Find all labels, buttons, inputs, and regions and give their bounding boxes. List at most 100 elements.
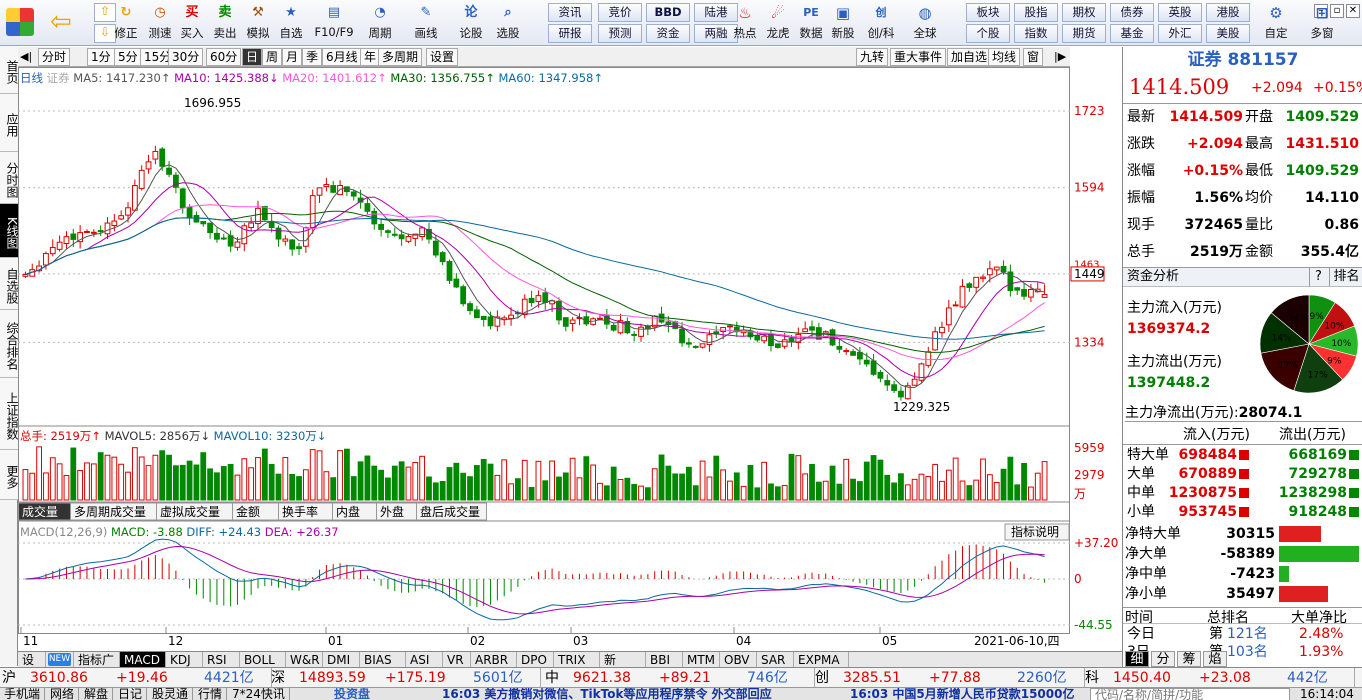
indicator-tab-MACD[interactable]: MACD [120, 652, 166, 668]
left-nav-K线图[interactable]: K线图 [0, 204, 19, 258]
toolbar-grid-预测[interactable]: 预测 [598, 24, 642, 43]
toolbar-market-债券[interactable]: 债券 [1110, 3, 1154, 22]
status-item-网络[interactable]: 网络 [50, 688, 80, 700]
toolbar-market-基金[interactable]: 基金 [1110, 24, 1154, 43]
indicator-tab-EXPMA[interactable]: EXPMA [794, 652, 849, 668]
toolbar-market-期权[interactable]: 期权 [1062, 3, 1106, 22]
toolbar-grid-竞价[interactable]: 竞价 [598, 3, 642, 22]
toolbar-globe-button[interactable]: ◍ 全球 [906, 2, 944, 44]
status-item-解盘[interactable]: 解盘 [84, 688, 114, 700]
quote-tab-焰[interactable]: 焰 [1203, 651, 1227, 667]
indicator-tab-NEW[interactable]: NEW [46, 652, 74, 668]
toolbar-star-button[interactable]: ★ 自选 [271, 2, 311, 44]
indicator-tab-DPO[interactable]: DPO [517, 652, 554, 668]
chart-tool-九转[interactable]: 九转 [856, 48, 889, 66]
toolbar-custom-button[interactable]: ⚙ 自定 [1256, 2, 1296, 44]
period-tab-年[interactable]: 年 [360, 48, 381, 66]
ticker-item[interactable]: 深 14893.59 +175.19 5601亿 [271, 668, 541, 688]
toolbar-market-美股[interactable]: 美股 [1206, 24, 1250, 43]
period-tab-多周期[interactable]: 多周期 [378, 48, 423, 66]
ticker-item[interactable]: 创 3285.51 +77.88 2260亿 [815, 668, 1085, 688]
toolbar-grid-BBD[interactable]: BBD [646, 3, 690, 22]
quote-tab-细[interactable]: 细 [1125, 651, 1149, 667]
toolbar-market-英股[interactable]: 英股 [1158, 3, 1202, 22]
indicator-tab-ARBR[interactable]: ARBR [471, 652, 517, 668]
toolbar-grid-研报[interactable]: 研报 [548, 24, 592, 43]
period-tab-月[interactable]: 月 [282, 48, 303, 66]
volume-tab-盘后成交量[interactable]: 盘后成交量 [416, 502, 487, 521]
right-arrow-icon[interactable]: |▶ [1054, 50, 1066, 63]
indicator-tab-RSI[interactable]: RSI [203, 652, 240, 668]
period-tab-1分[interactable]: 1分 [87, 48, 115, 66]
toolbar-f10-button[interactable]: ▤ F10/F9 [314, 2, 354, 44]
help-icon[interactable]: ? [1309, 268, 1327, 286]
period-tab-设置[interactable]: 设置 [426, 48, 459, 66]
period-tab-周[interactable]: 周 [262, 48, 283, 66]
indicator-tab-ASI[interactable]: ASI [406, 652, 443, 668]
toolbar-market-期货[interactable]: 期货 [1062, 24, 1106, 43]
status-item-7*24快讯[interactable]: 7*24快讯 [232, 688, 290, 700]
indicator-tab-BBI[interactable]: BBI [646, 652, 683, 668]
indicator-tab-BOLL[interactable]: BOLL [240, 652, 286, 668]
rank-button[interactable]: 排名 [1329, 268, 1362, 286]
close-icon[interactable]: ✕ [1346, 4, 1360, 18]
chart-tool-加自选[interactable]: 加自选 [947, 48, 992, 66]
period-tab-60分[interactable]: 60分 [206, 48, 242, 66]
volume-tab-金额[interactable]: 金额 [232, 502, 279, 521]
volume-tab-内盘[interactable]: 内盘 [332, 502, 377, 521]
period-tab-30分[interactable]: 30分 [168, 48, 204, 66]
indicator-tab-SAR[interactable]: SAR [757, 652, 794, 668]
volume-tab-外盘[interactable]: 外盘 [376, 502, 417, 521]
left-nav-上证指数[interactable]: 上证指数 [0, 378, 19, 450]
toolbar-chuangke-button[interactable]: 创创/科 [862, 2, 900, 44]
toolbar-grid-资讯[interactable]: 资讯 [548, 3, 592, 22]
volume-tab-虚拟成交量[interactable]: 虚拟成交量 [156, 502, 233, 521]
status-item-手机端[interactable]: 手机端 [4, 688, 46, 700]
indicator-tab-KDJ[interactable]: KDJ [166, 652, 203, 668]
indicator-tab-VR[interactable]: VR [443, 652, 471, 668]
left-nav-应用[interactable]: 应用 [0, 94, 19, 152]
chart-tool-均线[interactable]: 均线 [988, 48, 1021, 66]
toolbar-magnifier-button[interactable]: ⌕ 选股 [488, 2, 528, 44]
toolbar-grid-资金[interactable]: 资金 [646, 24, 690, 43]
toolbar-market-股指[interactable]: 股指 [1014, 3, 1058, 22]
toolbar-period-button[interactable]: ◔ 周期 [360, 2, 400, 44]
toolbar-market-个股[interactable]: 个股 [966, 24, 1010, 43]
toolbar-market-指数[interactable]: 指数 [1014, 24, 1058, 43]
indicator-tab-BIAS[interactable]: BIAS [360, 652, 406, 668]
kline-chart[interactable]: 17231594144913341463日线 证券 MA5: 1417.230↑… [18, 67, 1122, 651]
status-item-日记[interactable]: 日记 [118, 688, 148, 700]
period-tab-分时[interactable]: 分时 [38, 48, 71, 66]
indicator-tab-设置[interactable]: 设置 [18, 652, 46, 683]
toolbar-discuss-button[interactable]: 论论股 [451, 2, 491, 44]
macd-help-button[interactable]: 指标说明 [1004, 523, 1070, 541]
chart-tool-窗[interactable]: 窗 [1023, 48, 1044, 66]
left-nav-自选股[interactable]: 自选股 [0, 258, 19, 310]
period-tab-5分[interactable]: 5分 [114, 48, 142, 66]
status-item-股灵通[interactable]: 股灵通 [152, 688, 194, 700]
left-arrow-icon[interactable]: ◀| [20, 50, 32, 63]
indicator-tab-指标广场[interactable]: 指标广场 [74, 652, 120, 683]
indicator-tab-新DMA[interactable]: 新DMA [600, 652, 646, 683]
toolbar-multiwindow-button[interactable]: ⊞ 多窗 [1302, 2, 1342, 44]
left-nav-综合排名[interactable]: 综合排名 [0, 310, 19, 378]
quote-tab-分[interactable]: 分 [1151, 651, 1175, 667]
indicator-tab-TRIX[interactable]: TRIX [554, 652, 600, 668]
search-input[interactable]: 代码/名称/简拼/功能 [1090, 688, 1290, 700]
period-tab-6月线[interactable]: 6月线 [322, 48, 362, 66]
toolbar-market-板块[interactable]: 板块 [966, 3, 1010, 22]
toolbar-market-港股[interactable]: 港股 [1206, 3, 1250, 22]
left-nav-分时图[interactable]: 分时图 [0, 152, 19, 204]
period-tab-季[interactable]: 季 [302, 48, 323, 66]
toolbar-market-外汇[interactable]: 外汇 [1158, 24, 1202, 43]
indicator-tab-DMI[interactable]: DMI [323, 652, 360, 668]
toolbar-pencil-button[interactable]: ✎ 画线 [406, 2, 446, 44]
indicator-tab-MTM[interactable]: MTM [683, 652, 720, 668]
left-nav-更多[interactable]: 更多 [0, 450, 19, 500]
ticker-item[interactable]: 中 9621.38 +89.21 746亿 [545, 668, 815, 688]
indicator-tab-W&R[interactable]: W&R [286, 652, 323, 668]
volume-tab-成交量[interactable]: 成交量 [18, 502, 71, 521]
news-ticker-1[interactable]: 16:03 美方撤销对微信、TikTok等应用程序禁令 外交部回应 [442, 688, 772, 700]
toolbar-newstock-button[interactable]: ▣ 新股 [824, 2, 862, 44]
volume-tab-换手率[interactable]: 换手率 [278, 502, 333, 521]
